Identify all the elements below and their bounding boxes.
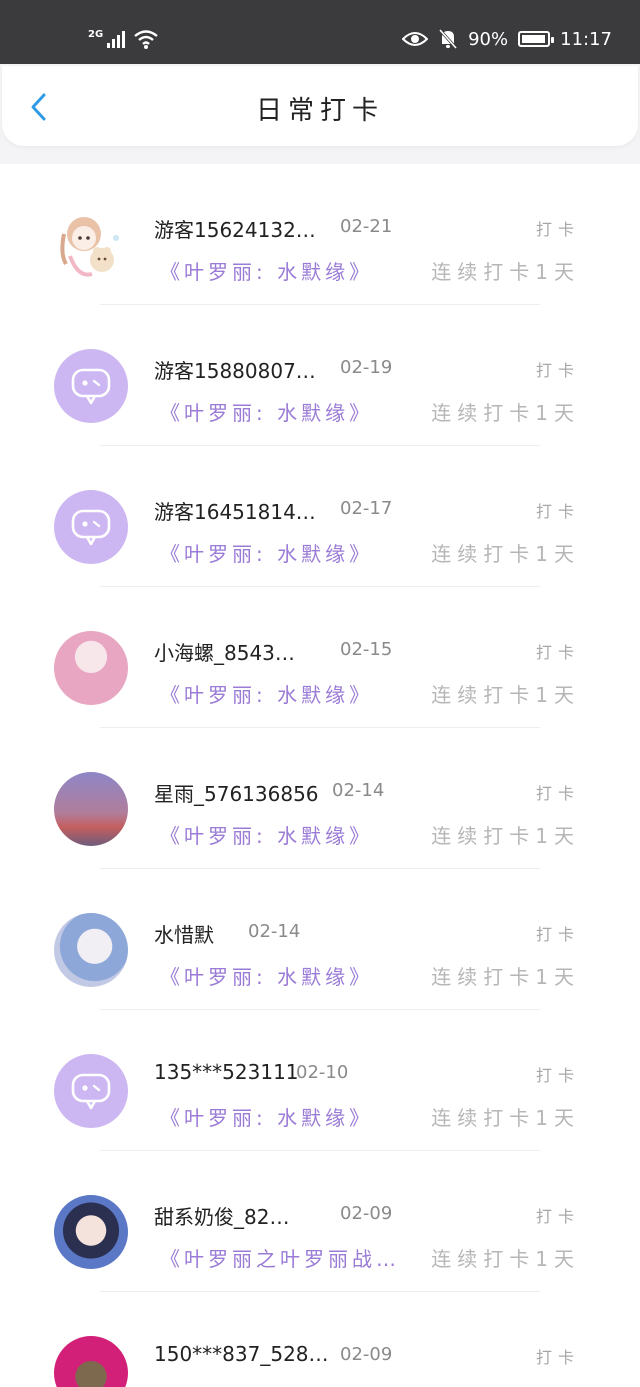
- page-header: 日常打卡: [2, 66, 638, 146]
- list-item[interactable]: 游客16451814… 02-17 打卡 《叶罗丽: 水默缘》 连续打卡1天: [0, 446, 640, 587]
- status-right: 90% 11:17: [402, 24, 612, 54]
- user-avatar: [54, 1054, 128, 1128]
- checkin-date: 02-14: [332, 780, 385, 801]
- status-left: 2G: [88, 24, 159, 54]
- user-name: 甜系奶俊_82…: [154, 1205, 290, 1229]
- list-item[interactable]: 小海螺_8543… 02-15 打卡 《叶罗丽: 水默缘》 连续打卡1天: [0, 587, 640, 728]
- checkin-label: 打卡: [535, 1348, 580, 1367]
- battery-percent: 90%: [468, 28, 509, 50]
- list-item[interactable]: 135***523111 02-10 打卡 《叶罗丽: 水默缘》 连续打卡1天: [0, 1010, 640, 1151]
- user-name: 游客15624132…: [154, 218, 316, 242]
- streak-text: 连续打卡1天: [431, 1106, 580, 1130]
- user-avatar: [54, 772, 128, 846]
- checkin-label: 打卡: [535, 643, 580, 662]
- checkin-label: 打卡: [535, 1207, 580, 1226]
- eye-icon: [402, 32, 429, 46]
- chat-bubble-icon: [71, 368, 111, 405]
- book-title[interactable]: 《叶罗丽之叶罗丽战…: [160, 1243, 400, 1272]
- list-item[interactable]: 甜系奶俊_82… 02-09 打卡 《叶罗丽之叶罗丽战… 连续打卡1天: [0, 1151, 640, 1292]
- battery-icon: [518, 31, 555, 47]
- checkin-date: 02-17: [340, 498, 393, 519]
- user-avatar: [54, 208, 128, 282]
- checkin-label: 打卡: [535, 925, 580, 944]
- checkin-label: 打卡: [535, 502, 580, 521]
- book-title[interactable]: 《叶罗丽: 水默缘》: [160, 538, 373, 567]
- book-title[interactable]: 《叶罗丽: 水默缘》: [160, 820, 373, 849]
- anime-girl-avatar-icon: [60, 217, 119, 277]
- user-avatar: [54, 1195, 128, 1269]
- clock: 11:17: [560, 28, 612, 50]
- streak-text: 连续打卡1天: [431, 683, 580, 707]
- streak-text: 连续打卡1天: [431, 401, 580, 425]
- list-item[interactable]: 水惜默 02-14 打卡 《叶罗丽: 水默缘》 连续打卡1天: [0, 869, 640, 1010]
- checkin-date: 02-09: [340, 1203, 393, 1224]
- book-title[interactable]: 《叶罗丽: 水默缘》: [160, 1102, 373, 1131]
- checkin-date: 02-19: [340, 357, 393, 378]
- list-item[interactable]: 星雨_576136856 02-14 打卡 《叶罗丽: 水默缘》 连续打卡1天: [0, 728, 640, 869]
- checkin-date: 02-21: [340, 216, 393, 237]
- user-name: 游客15880807…: [154, 359, 316, 383]
- streak-text: 连续打卡1天: [431, 260, 580, 284]
- user-avatar: [54, 490, 128, 564]
- checkin-date: 02-10: [296, 1062, 349, 1083]
- bell-muted-icon: [438, 29, 458, 49]
- streak-text: 连续打卡1天: [431, 1247, 580, 1271]
- checkin-date: 02-14: [248, 921, 301, 942]
- chat-bubble-icon: [71, 1073, 111, 1110]
- list-item[interactable]: 游客15880807… 02-19 打卡 《叶罗丽: 水默缘》 连续打卡1天: [0, 305, 640, 446]
- list-item[interactable]: 游客15624132… 02-21 打卡 《叶罗丽: 水默缘》 连续打卡1天: [0, 164, 640, 305]
- user-name: 小海螺_8543…: [154, 641, 295, 665]
- user-name: 星雨_576136856: [154, 782, 319, 806]
- wifi-icon: [134, 30, 158, 49]
- user-avatar: [54, 1336, 128, 1387]
- checkin-label: 打卡: [535, 1066, 580, 1085]
- streak-text: 连续打卡1天: [431, 824, 580, 848]
- network-type: 2G: [88, 28, 104, 40]
- list-item[interactable]: 150***837_528… 02-09 打卡: [0, 1292, 640, 1387]
- signal-icon: [107, 30, 126, 48]
- checkin-label: 打卡: [535, 361, 580, 380]
- checkin-date: 02-09: [340, 1344, 393, 1365]
- book-title[interactable]: 《叶罗丽: 水默缘》: [160, 679, 373, 708]
- chat-bubble-icon: [71, 509, 111, 546]
- user-avatar: [54, 913, 128, 987]
- checkin-date: 02-15: [340, 639, 393, 660]
- book-title[interactable]: 《叶罗丽: 水默缘》: [160, 397, 373, 426]
- user-name: 水惜默: [154, 923, 214, 947]
- checkin-list: 游客15624132… 02-21 打卡 《叶罗丽: 水默缘》 连续打卡1天 游…: [0, 164, 640, 1387]
- checkin-label: 打卡: [535, 784, 580, 803]
- book-title[interactable]: 《叶罗丽: 水默缘》: [160, 961, 373, 990]
- checkin-label: 打卡: [535, 220, 580, 239]
- user-name: 150***837_528…: [154, 1342, 329, 1366]
- page-title: 日常打卡: [255, 96, 384, 126]
- streak-text: 连续打卡1天: [431, 542, 580, 566]
- user-name: 游客16451814…: [154, 500, 316, 524]
- status-bar: 2G 90% 11:17: [0, 0, 640, 64]
- user-avatar: [54, 631, 128, 705]
- user-avatar: [54, 349, 128, 423]
- streak-text: 连续打卡1天: [431, 965, 580, 989]
- book-title[interactable]: 《叶罗丽: 水默缘》: [160, 256, 373, 285]
- user-name: 135***523111: [154, 1060, 299, 1084]
